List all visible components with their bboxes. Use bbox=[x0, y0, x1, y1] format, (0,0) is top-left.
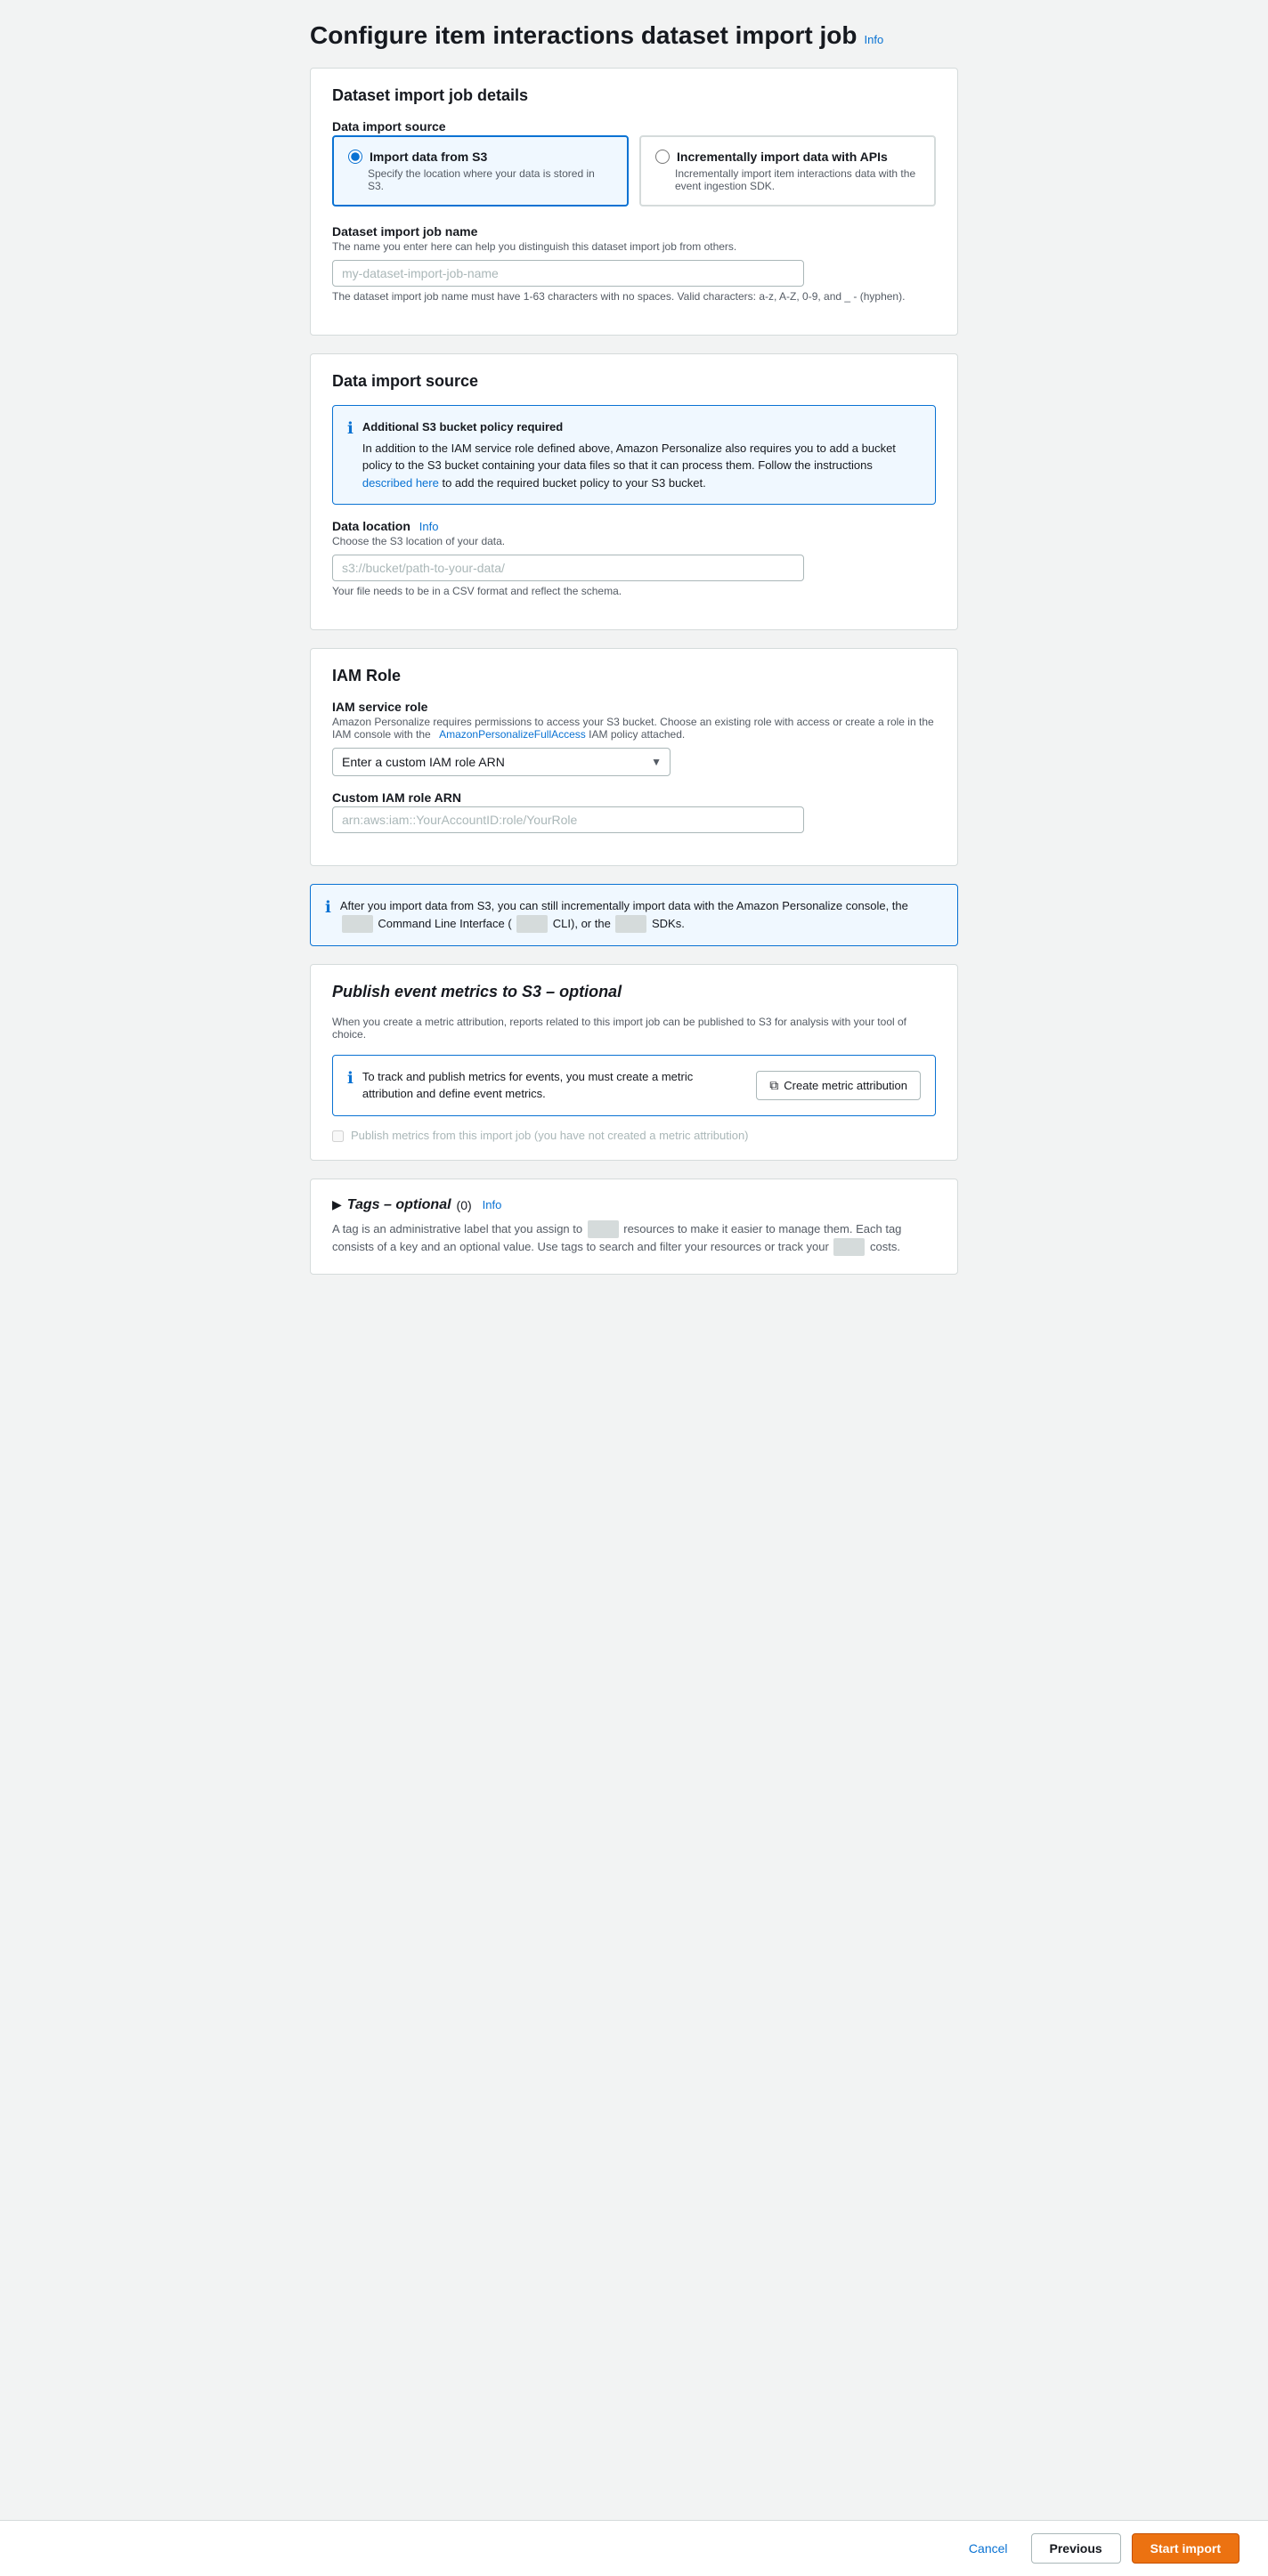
iam-role-section: IAM Role IAM service role Amazon Persona… bbox=[310, 648, 958, 866]
tags-toggle-icon[interactable]: ▶ bbox=[332, 1197, 342, 1212]
tags-count: (0) bbox=[457, 1198, 472, 1212]
data-location-info-link[interactable]: Info bbox=[419, 520, 439, 533]
start-import-button[interactable]: Start import bbox=[1132, 2533, 1240, 2564]
import-from-api-option[interactable]: Incrementally import data with APIs Incr… bbox=[639, 135, 936, 207]
import-api-radio[interactable] bbox=[655, 150, 670, 164]
cancel-button[interactable]: Cancel bbox=[956, 2534, 1020, 2563]
dataset-job-details-title: Dataset import job details bbox=[332, 86, 936, 105]
tags-desc: A tag is an administrative label that yo… bbox=[332, 1220, 936, 1256]
data-import-source-title: Data import source bbox=[332, 372, 936, 391]
import-from-s3-option[interactable]: Import data from S3 Specify the location… bbox=[332, 135, 629, 207]
data-location-label: Data location Info bbox=[332, 519, 936, 533]
iam-role-title: IAM Role bbox=[332, 667, 936, 685]
s3-policy-alert-text1: In addition to the IAM service role defi… bbox=[362, 441, 896, 473]
page-footer: Cancel Previous Start import bbox=[0, 2520, 1268, 2576]
import-s3-desc: Specify the location where your data is … bbox=[368, 167, 613, 192]
previous-button[interactable]: Previous bbox=[1031, 2533, 1121, 2564]
data-import-source-section: Data import source ℹ Additional S3 bucke… bbox=[310, 353, 958, 630]
publish-metrics-checkbox-label: Publish metrics from this import job (yo… bbox=[351, 1129, 749, 1142]
blurred-cli-word: AWS bbox=[342, 915, 373, 933]
iam-service-role-label: IAM service role bbox=[332, 700, 936, 714]
data-location-desc: Choose the S3 location of your data. bbox=[332, 535, 936, 547]
import-s3-label: Import data from S3 bbox=[370, 150, 487, 164]
publish-metrics-checkbox[interactable] bbox=[332, 1130, 344, 1142]
metric-attribution-box: ℹ To track and publish metrics for event… bbox=[332, 1055, 936, 1116]
s3-policy-alert-text2: to add the required bucket policy to you… bbox=[442, 476, 705, 490]
blurred-aws-word: AWS bbox=[588, 1220, 619, 1238]
dataset-job-details-section: Dataset import job details Data import s… bbox=[310, 68, 958, 336]
custom-arn-label: Custom IAM role ARN bbox=[332, 790, 936, 805]
incremental-import-info-box: ℹ After you import data from S3, you can… bbox=[310, 884, 958, 946]
metric-box-text: To track and publish metrics for events,… bbox=[362, 1068, 745, 1103]
tags-header: ▶ Tags – optional (0) Info bbox=[332, 1197, 936, 1213]
s3-policy-described-here-link[interactable]: described here bbox=[362, 476, 439, 490]
s3-policy-alert-title: Additional S3 bucket policy required bbox=[362, 418, 921, 436]
personalize-full-access-link[interactable]: AmazonPersonalizeFullAccess bbox=[439, 728, 586, 741]
blurred-aws-word-2: AWS bbox=[833, 1238, 865, 1256]
publish-metrics-title: Publish event metrics to S3 – optional bbox=[332, 983, 936, 1001]
iam-role-select[interactable]: Enter a custom IAM role ARN Create a new… bbox=[332, 748, 671, 776]
info-circle-icon-2: ℹ bbox=[325, 898, 331, 917]
tags-section: ▶ Tags – optional (0) Info A tag is an a… bbox=[310, 1179, 958, 1275]
create-metric-attribution-button[interactable]: ⧉ Create metric attribution bbox=[756, 1071, 921, 1100]
import-s3-radio[interactable] bbox=[348, 150, 362, 164]
import-api-desc: Incrementally import item interactions d… bbox=[675, 167, 920, 192]
incremental-import-info-text: After you import data from S3, you can s… bbox=[340, 897, 943, 933]
info-circle-icon-3: ℹ bbox=[347, 1069, 354, 1088]
publish-metrics-section: Publish event metrics to S3 – optional W… bbox=[310, 964, 958, 1161]
s3-policy-info-text: Additional S3 bucket policy required In … bbox=[362, 418, 921, 491]
iam-service-role-desc: Amazon Personalize requires permissions … bbox=[332, 716, 936, 741]
publish-metrics-desc: When you create a metric attribution, re… bbox=[332, 1016, 936, 1041]
tags-title: Tags – optional bbox=[347, 1197, 451, 1213]
publish-metrics-checkbox-row: Publish metrics from this import job (yo… bbox=[332, 1129, 936, 1142]
s3-policy-info-box: ℹ Additional S3 bucket policy required I… bbox=[332, 405, 936, 505]
blurred-sdk-word: AWS bbox=[615, 915, 646, 933]
tags-info-link[interactable]: Info bbox=[483, 1198, 502, 1211]
page-title: Configure item interactions dataset impo… bbox=[310, 21, 858, 50]
data-location-input[interactable] bbox=[332, 555, 804, 581]
custom-arn-input[interactable] bbox=[332, 806, 804, 833]
job-name-hint: The dataset import job name must have 1-… bbox=[332, 290, 936, 303]
job-name-input[interactable] bbox=[332, 260, 804, 287]
external-link-icon: ⧉ bbox=[769, 1078, 778, 1093]
job-name-label: Dataset import job name bbox=[332, 224, 936, 239]
data-import-source-radio-group: Import data from S3 Specify the location… bbox=[332, 135, 936, 207]
page-info-link[interactable]: Info bbox=[865, 33, 884, 46]
create-metric-btn-label: Create metric attribution bbox=[784, 1079, 907, 1092]
job-name-desc: The name you enter here can help you dis… bbox=[332, 240, 936, 253]
blurred-cli-abbrev: AWS bbox=[516, 915, 548, 933]
data-import-source-label: Data import source bbox=[332, 119, 936, 134]
import-api-label: Incrementally import data with APIs bbox=[677, 150, 888, 164]
info-circle-icon: ℹ bbox=[347, 419, 354, 438]
data-location-hint: Your file needs to be in a CSV format an… bbox=[332, 585, 936, 597]
iam-role-select-wrapper: Enter a custom IAM role ARN Create a new… bbox=[332, 748, 671, 776]
